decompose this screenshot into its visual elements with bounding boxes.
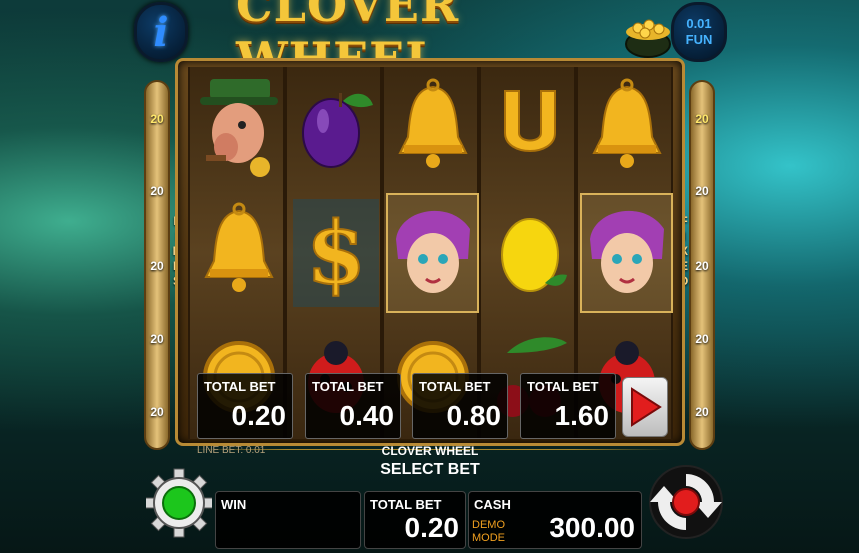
bet-option-1-60[interactable]: TOTAL BET 1.60 — [520, 373, 616, 439]
denomination-value: 0.01 — [686, 16, 712, 31]
total-bet-panel: TOTAL BET 0.20 — [364, 491, 466, 549]
bet-option-label: TOTAL BET — [204, 379, 276, 394]
cash-label: CASH — [474, 497, 511, 512]
win-label: WIN — [221, 497, 247, 512]
payline-number: 20 — [150, 259, 164, 273]
bet-option-value: 0.80 — [446, 400, 502, 431]
bet-option-label: TOTAL BET — [419, 379, 491, 394]
payline-number: 20 — [695, 184, 709, 198]
bet-option-0-80[interactable]: TOTAL BET 0.80 — [412, 373, 508, 439]
leprechaun-symbol — [192, 69, 285, 189]
left-payline-bar: 20 20 20 20 20 — [144, 80, 170, 450]
win-panel: WIN — [215, 491, 361, 549]
payline-number: 20 — [695, 332, 709, 346]
payline-number: 20 — [695, 405, 709, 419]
bet-option-0-20[interactable]: TOTAL BET 0.20 — [197, 373, 293, 439]
payline-number: 20 — [695, 259, 709, 273]
payline-number: 20 — [150, 332, 164, 346]
game-logo: CLOVER WHEEL — [236, 0, 460, 86]
fairy-symbol — [386, 193, 479, 313]
total-bet-value: 0.20 — [404, 512, 460, 543]
svg-text:$: $ — [306, 203, 366, 304]
autospin-icon[interactable] — [646, 462, 726, 542]
game-name-text: CLOVER WHEEL — [381, 444, 479, 458]
play-arrow-icon — [631, 387, 662, 427]
right-payline-bar: 20 20 20 20 20 — [689, 80, 715, 450]
payline-number: 20 — [695, 112, 709, 126]
bet-option-label: TOTAL BET — [312, 379, 384, 394]
info-icon: i — [153, 8, 169, 56]
bet-option-value: 0.40 — [339, 400, 395, 431]
denomination-currency: FUN — [685, 32, 713, 47]
select-bet-text: SELECT BET — [380, 461, 480, 478]
pot-of-gold-icon — [625, 19, 671, 58]
bell-symbol — [192, 193, 285, 313]
denomination-button[interactable]: 0.01 FUN — [671, 2, 727, 62]
payline-number: 20 — [150, 112, 164, 126]
plum-symbol — [289, 69, 382, 189]
lemon-symbol — [483, 193, 576, 313]
fairy-symbol — [580, 193, 673, 313]
total-bet-label: TOTAL BET — [370, 497, 442, 512]
payline-number: 20 — [150, 184, 164, 198]
next-bet-button[interactable] — [622, 377, 668, 437]
line-bet-text: LINE BET: 0.01 — [197, 445, 266, 456]
bell-symbol — [386, 69, 479, 189]
payline-number: 20 — [150, 405, 164, 419]
cash-value: 300.00 — [549, 512, 635, 543]
bet-option-value: 1.60 — [554, 400, 610, 431]
bet-option-0-40[interactable]: TOTAL BET 0.40 — [305, 373, 401, 439]
bet-option-label: TOTAL BET — [527, 379, 599, 394]
bell-symbol — [580, 69, 673, 189]
slot-game-screen: i CLOVER WHEEL 0.01 FUN 20 20 20 20 20 L… — [0, 0, 859, 553]
settings-gear-icon[interactable] — [146, 460, 212, 546]
horseshoe-symbol — [483, 69, 576, 189]
demo-mode-badge: DEMO MODE — [472, 519, 505, 544]
info-button[interactable]: i — [134, 2, 188, 62]
dollar-sign-symbol: $ — [289, 193, 382, 313]
bet-option-value: 0.20 — [231, 400, 287, 431]
